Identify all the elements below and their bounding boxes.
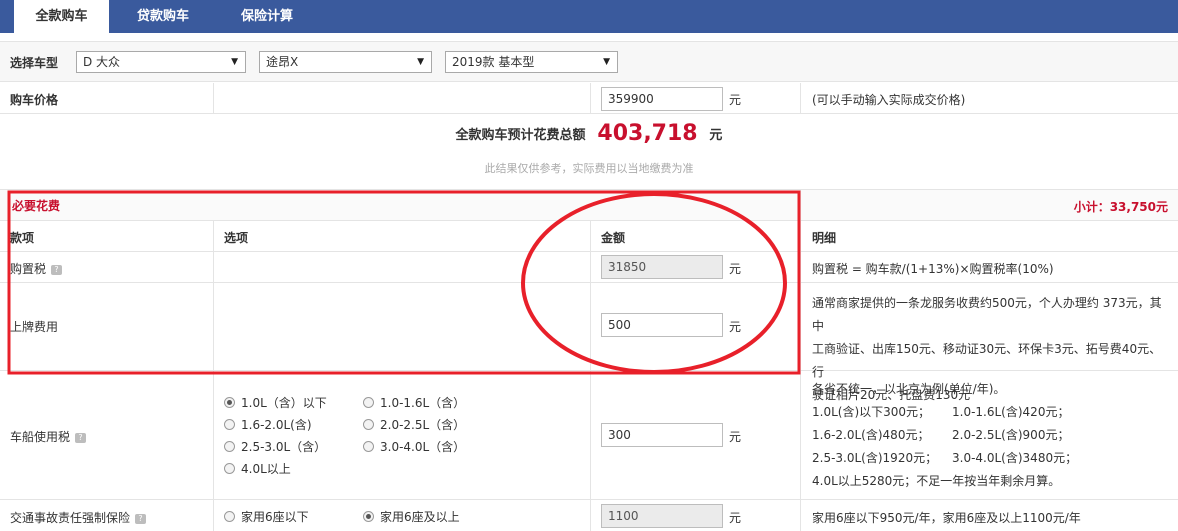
annotation-ellipse [521, 192, 787, 374]
annotation-rectangle [7, 190, 801, 375]
annotation-overlay [7, 190, 801, 375]
